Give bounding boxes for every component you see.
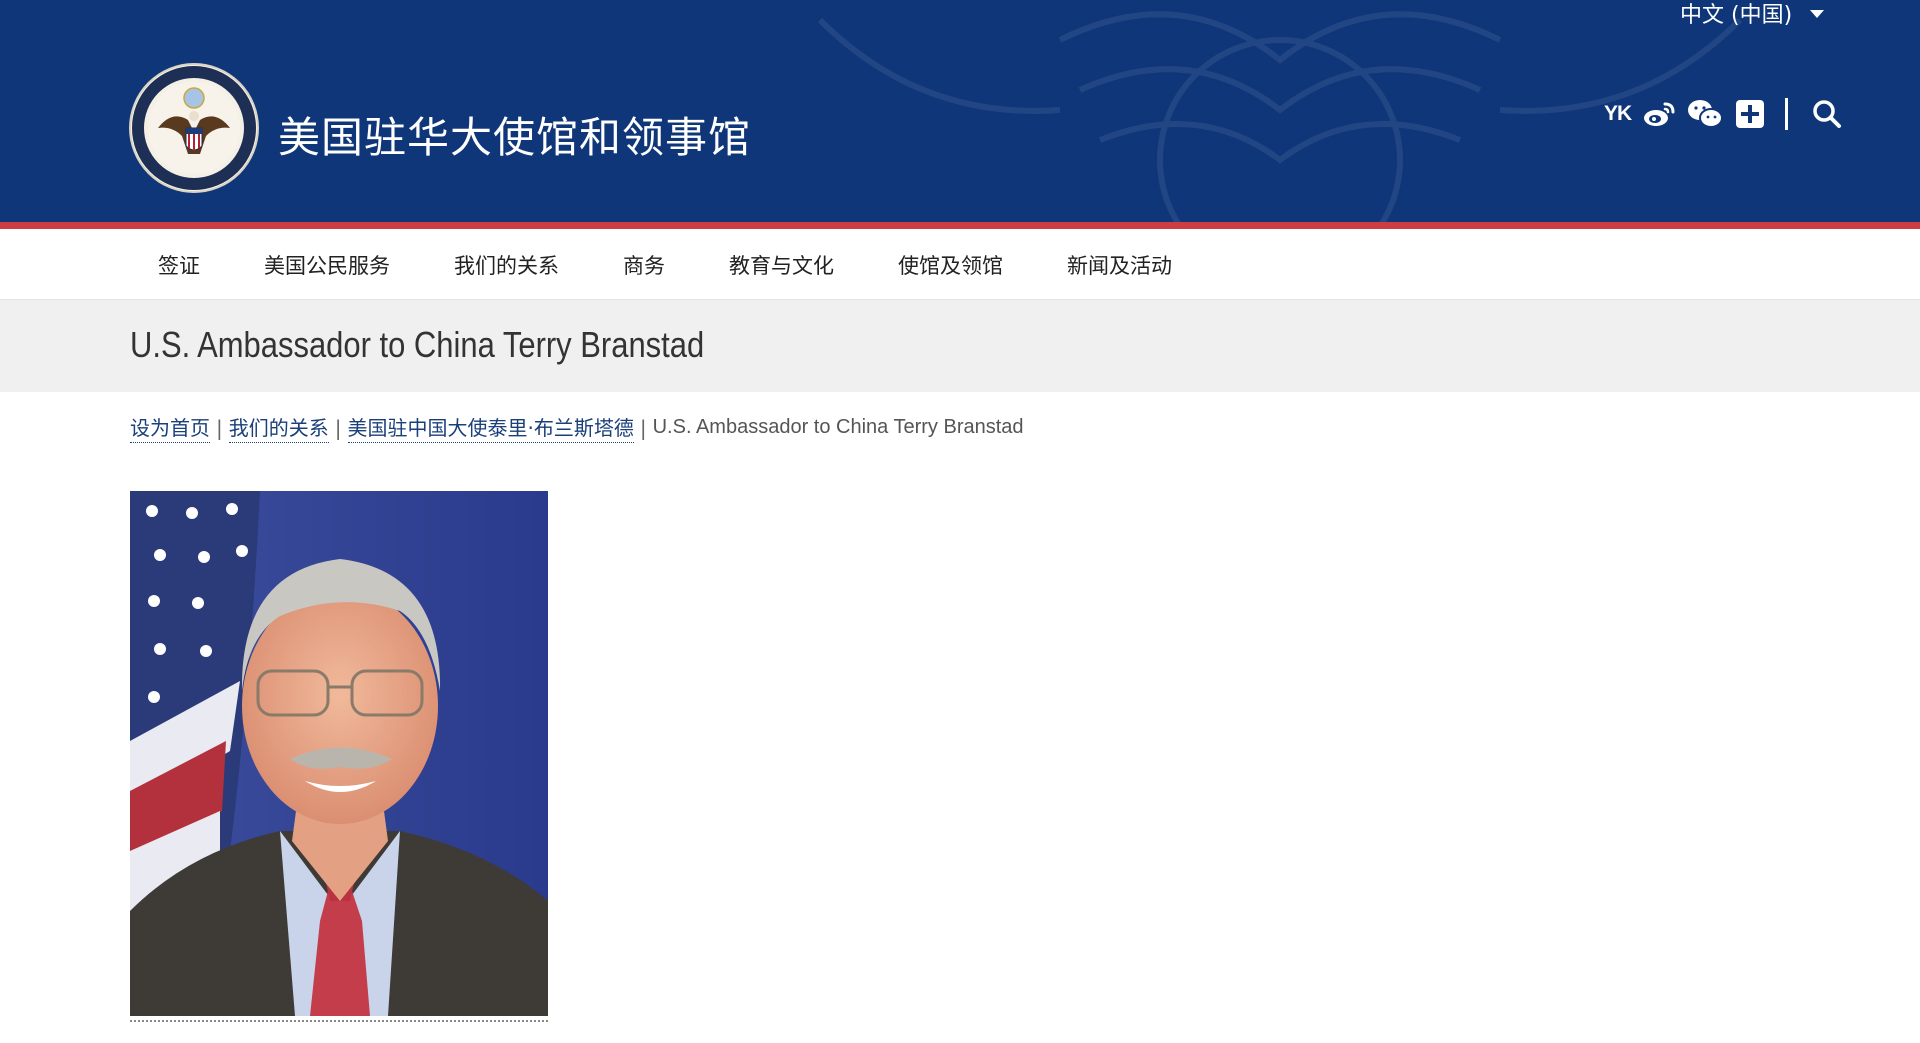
main-nav: 签证 美国公民服务 我们的关系 商务 教育与文化 使馆及领馆 新闻及活动	[0, 229, 1920, 300]
nav-item-visa[interactable]: 签证	[128, 250, 232, 280]
portrait-dotted-rule	[130, 1020, 548, 1022]
wechat-icon[interactable]	[1687, 99, 1724, 129]
breadcrumb-relationship-link[interactable]: 我们的关系	[228, 412, 329, 443]
site-header: 中文 (中国) 美国驻华大使馆和领事馆 YK	[0, 0, 1920, 222]
weibo-icon[interactable]	[1643, 100, 1675, 128]
page-title: U.S. Ambassador to China Terry Branstad	[130, 324, 705, 365]
search-icon[interactable]	[1812, 99, 1842, 129]
site-title[interactable]: 美国驻华大使馆和领事馆	[278, 104, 751, 165]
nav-item-citizen-services[interactable]: 美国公民服务	[232, 250, 422, 280]
breadcrumb-home-link[interactable]: 设为首页	[130, 412, 210, 443]
nav-item-business[interactable]: 商务	[591, 250, 697, 280]
page-title-band: U.S. Ambassador to China Terry Branstad	[0, 300, 1920, 392]
header-divider	[1785, 98, 1789, 130]
youku-icon[interactable]: YK	[1604, 102, 1632, 126]
breadcrumb-separator: |	[334, 415, 342, 440]
language-selector[interactable]: 中文 (中国)	[1680, 0, 1825, 28]
department-of-state-seal-icon[interactable]	[128, 62, 260, 194]
plus-icon[interactable]	[1735, 99, 1765, 129]
nav-item-embassy-consulates[interactable]: 使馆及领馆	[866, 250, 1035, 280]
language-label: 中文 (中国)	[1680, 3, 1793, 28]
nav-item-our-relationship[interactable]: 我们的关系	[422, 250, 591, 280]
header-red-rule	[0, 222, 1920, 229]
ambassador-portrait	[130, 491, 548, 1016]
breadcrumb: 设为首页 | 我们的关系 | 美国驻中国大使泰里·布兰斯塔德 | U.S. Am…	[130, 412, 1024, 443]
breadcrumb-separator: |	[216, 415, 223, 440]
caret-down-icon	[1810, 10, 1825, 18]
nav-item-education-culture[interactable]: 教育与文化	[697, 250, 866, 280]
social-links: YK	[1604, 94, 1842, 134]
breadcrumb-separator: |	[639, 415, 647, 440]
breadcrumb-current: U.S. Ambassador to China Terry Branstad	[652, 416, 1024, 438]
nav-item-news-events[interactable]: 新闻及活动	[1035, 250, 1204, 280]
breadcrumb-ambassador-link[interactable]: 美国驻中国大使泰里·布兰斯塔德	[347, 412, 634, 443]
